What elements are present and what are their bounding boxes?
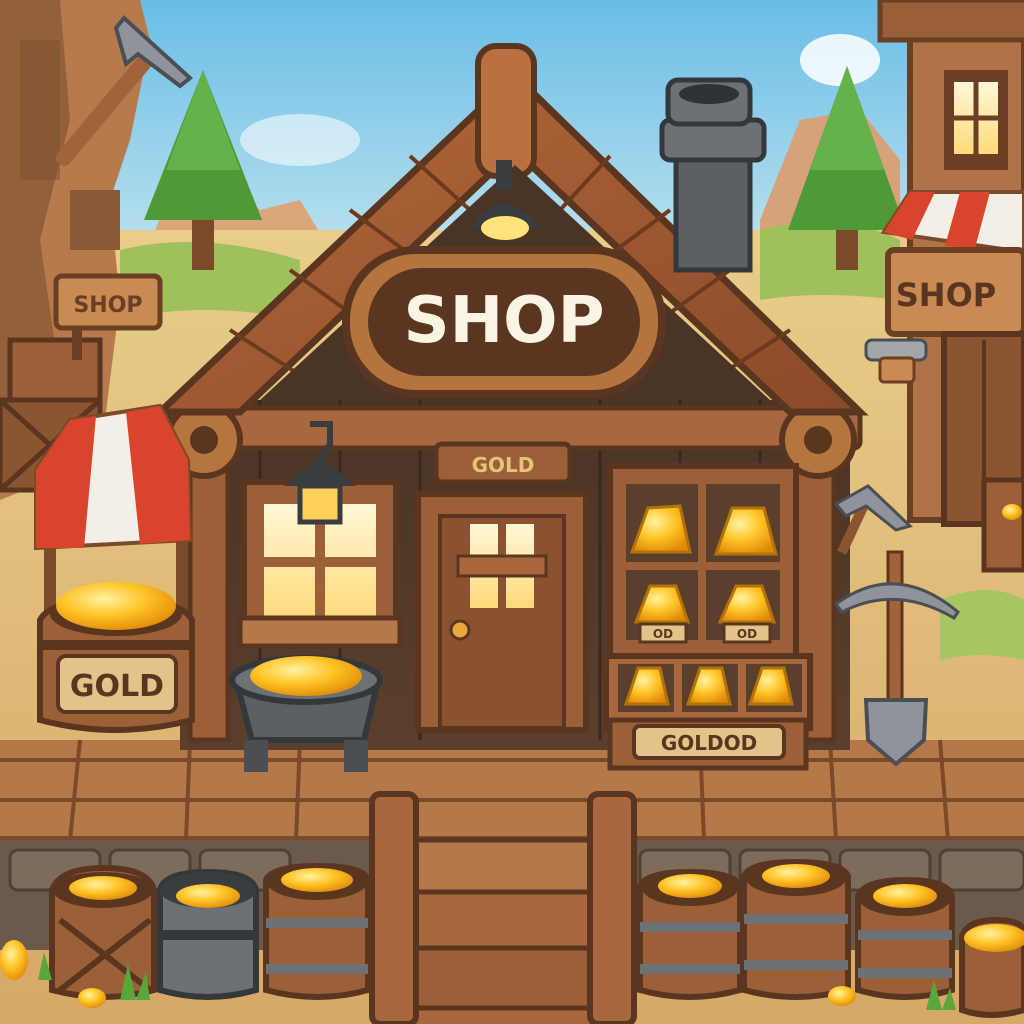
door-knob[interactable] xyxy=(449,619,471,641)
door-plaque: GOLD xyxy=(433,441,573,485)
chimney-icon xyxy=(659,77,767,273)
right-sign-label: SHOP xyxy=(896,276,996,314)
scene-canvas: SHOP SHOP SHOP GOLD OD OD GOLDOD GOLD xyxy=(0,0,1024,1024)
barrel-icon xyxy=(959,916,1024,1018)
main-shop-sign: SHOP xyxy=(342,246,666,398)
left-sign-label: SHOP xyxy=(73,293,142,318)
gold-shelf: OD OD xyxy=(607,463,799,659)
barrel-icon xyxy=(741,858,851,1000)
gold-nugget-icon xyxy=(78,988,106,1008)
cloud xyxy=(240,114,360,166)
gold-pile xyxy=(56,582,176,630)
grass-patch xyxy=(760,222,900,300)
barrel-icon xyxy=(855,876,955,1000)
gold-nugget-icon xyxy=(0,940,28,980)
cloud xyxy=(800,34,880,86)
gold-nugget-icon xyxy=(828,986,856,1006)
gold-barrel-label: GOLD xyxy=(70,669,164,704)
gold-counter: GOLDOD xyxy=(603,653,813,771)
barrel-icon xyxy=(49,864,157,1000)
shop-door[interactable] xyxy=(415,491,589,733)
shelf-tag: OD xyxy=(737,627,757,641)
barrel-icon xyxy=(263,862,371,1000)
barrel-icon xyxy=(157,868,259,1000)
shelf-tag: OD xyxy=(653,627,673,641)
gold-pile xyxy=(250,656,362,696)
game-scene: SHOP SHOP SHOP GOLD OD OD GOLDOD GOLD xyxy=(0,0,1024,1024)
grass-patch xyxy=(940,590,1024,660)
main-sign-label: SHOP xyxy=(404,284,605,358)
barrel-icon xyxy=(637,868,743,1000)
door-plaque-label: GOLD xyxy=(472,453,535,477)
counter-plaque-label: GOLDOD xyxy=(661,731,757,755)
